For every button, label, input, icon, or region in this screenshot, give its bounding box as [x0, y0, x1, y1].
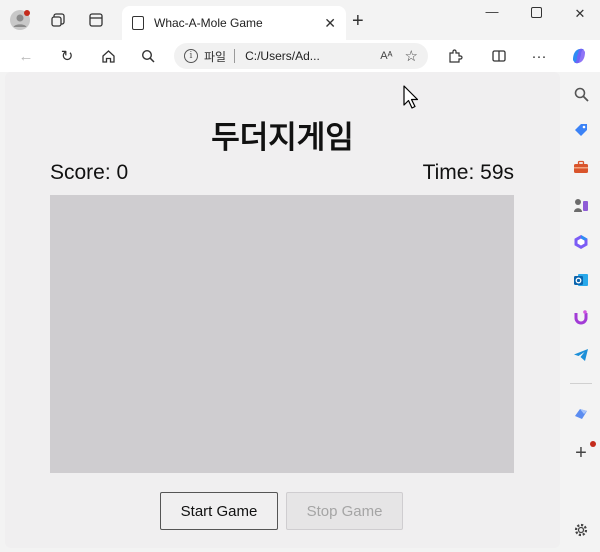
score-display: Score: 0 — [50, 161, 129, 184]
tab-actions-icon[interactable] — [84, 8, 108, 32]
close-tab-icon[interactable]: ✕ — [324, 15, 336, 32]
outlook-icon[interactable] — [570, 269, 592, 291]
game-title: 두더지게임 — [211, 120, 354, 156]
tools-briefcase-icon[interactable] — [570, 156, 592, 178]
search-icon[interactable] — [137, 45, 159, 67]
address-file-label: 파일 — [204, 49, 227, 64]
settings-gear-icon[interactable] — [570, 519, 592, 541]
home-icon[interactable] — [97, 45, 119, 67]
address-bar[interactable]: i 파일 C:/Users/Ad... Aᴬ ☆ — [174, 43, 428, 69]
extensions-icon[interactable] — [444, 45, 466, 67]
more-options-icon[interactable]: ··· — [528, 45, 550, 67]
sidebar-divider — [570, 383, 592, 384]
info-icon[interactable]: i — [184, 49, 198, 63]
maximize-icon[interactable] — [524, 6, 548, 26]
document-icon — [132, 16, 144, 30]
browser-tab[interactable]: Whac-A-Mole Game ✕ — [122, 6, 346, 40]
stop-game-button[interactable]: Stop Game — [286, 492, 403, 530]
edge-sidebar: + — [562, 72, 600, 552]
page-content: 두더지게임 Score: 0 Time: 59s Start Game Stop… — [5, 72, 560, 548]
mouse-cursor-icon — [403, 85, 419, 116]
favorite-star-icon[interactable]: ☆ — [405, 47, 418, 65]
telegram-send-icon[interactable] — [570, 344, 592, 366]
back-icon[interactable]: ← — [15, 45, 37, 67]
profile-avatar-icon[interactable] — [8, 8, 32, 32]
drop-icon[interactable] — [570, 306, 592, 328]
designer-icon[interactable] — [570, 403, 592, 425]
address-url[interactable]: C:/Users/Ad... — [245, 49, 376, 63]
notification-dot — [590, 441, 596, 447]
new-tab-icon[interactable]: + — [352, 10, 364, 33]
time-display: Time: 59s — [422, 161, 514, 184]
microsoft-365-icon[interactable] — [570, 231, 592, 253]
address-divider — [234, 49, 236, 63]
shopping-tag-icon[interactable] — [570, 119, 592, 141]
workspaces-icon[interactable] — [46, 8, 70, 32]
tab-title: Whac-A-Mole Game — [154, 16, 263, 30]
copilot-icon[interactable] — [568, 45, 590, 67]
games-chess-icon[interactable] — [570, 194, 592, 216]
add-sidebar-app-icon[interactable]: + — [570, 442, 592, 464]
minimize-icon[interactable]: — — [480, 4, 504, 24]
game-board[interactable] — [50, 195, 514, 473]
split-screen-icon[interactable] — [488, 45, 510, 67]
title-bar: Whac-A-Mole Game ✕ + — ✕ — [0, 0, 600, 40]
close-window-icon[interactable]: ✕ — [568, 6, 592, 26]
read-aloud-icon[interactable]: Aᴬ — [380, 50, 392, 62]
start-game-button[interactable]: Start Game — [160, 492, 278, 530]
refresh-icon[interactable]: ↻ — [56, 45, 78, 67]
sidebar-search-icon[interactable] — [570, 83, 592, 105]
navigation-toolbar: ← ↻ i 파일 C:/Users/Ad... Aᴬ ☆ ··· — [0, 40, 600, 72]
